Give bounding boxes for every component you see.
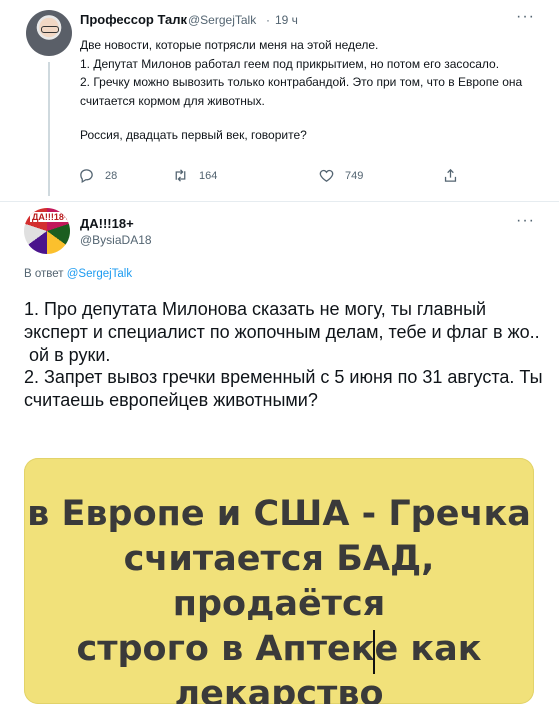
author-name[interactable]: ДА!!!18+: [80, 216, 134, 231]
reply-prefix: В ответ: [24, 268, 64, 280]
media-caption-line: считается БАД, продаётся: [123, 539, 435, 624]
more-options-icon[interactable]: ···: [516, 8, 535, 26]
tweet-text-line: 1. Депутат Милонов работал геем под прик…: [80, 56, 500, 71]
tweet-text-line: 1. Про депутата Милонова сказать не могу…: [24, 299, 540, 342]
tweet-text-line: 2. Гречку можно вывозить только контраба…: [80, 75, 523, 108]
tweet-text: Две новости, которые потрясли меня на эт…: [80, 36, 532, 145]
tweet-media-image[interactable]: в Европе и США - Гречка считается БАД, п…: [24, 458, 534, 704]
tweet-text-line: Две новости, которые потрясли меня на эт…: [80, 38, 379, 52]
reply-context: В ответ @SergejTalk: [24, 268, 132, 280]
avatar[interactable]: [26, 10, 72, 56]
text-cursor: [373, 630, 375, 674]
tweet-text-line: 2. Запрет вывоз гречки временный с 5 июн…: [24, 367, 543, 411]
media-caption-line: в Европе и США - Гречка: [27, 494, 531, 534]
timestamp[interactable]: 19 ч: [275, 13, 298, 27]
tweet-text-line: ой в руки.: [24, 344, 111, 365]
share-icon: [444, 168, 457, 182]
tweet-text: 1. Про депутата Милонова сказать не могу…: [24, 298, 544, 412]
tweet-actions: 28 164 749: [78, 167, 478, 189]
glasses-icon: [41, 26, 59, 33]
retweet-icon: [175, 169, 186, 182]
reply-button[interactable]: 28: [78, 167, 117, 184]
media-caption-line: лекарство: [174, 674, 384, 704]
retweet-button[interactable]: 164: [172, 167, 217, 184]
reply-mention-link[interactable]: @SergejTalk: [67, 268, 132, 280]
tweet-divider: [0, 201, 559, 202]
share-button[interactable]: [442, 167, 459, 184]
avatar[interactable]: ДА!!!18+: [24, 208, 70, 254]
like-icon: [319, 169, 334, 182]
author-name[interactable]: Профессор Талк: [80, 12, 187, 27]
like-button[interactable]: 749: [318, 167, 363, 184]
author-handle[interactable]: @BysiaDA18: [80, 233, 152, 247]
more-options-icon[interactable]: ···: [516, 212, 535, 230]
separator-dot: ·: [266, 13, 270, 27]
reply-count: 28: [105, 169, 118, 182]
media-caption: в Европе и США - Гречка считается БАД, п…: [24, 492, 534, 704]
reply-icon: [80, 169, 93, 184]
tweet-original[interactable]: Профессор Талк @SergejTalk · 19 ч ··· Дв…: [0, 0, 559, 200]
thread-line: [48, 62, 50, 196]
retweet-count: 164: [199, 169, 218, 182]
like-count: 749: [345, 169, 364, 182]
media-caption-line: строго в Аптеке как: [76, 629, 482, 669]
avatar-label: ДА!!!18+: [30, 212, 70, 222]
author-handle[interactable]: @SergejTalk: [188, 13, 256, 27]
tweet-text-line: Россия, двадцать первый век, говорите?: [80, 128, 307, 143]
